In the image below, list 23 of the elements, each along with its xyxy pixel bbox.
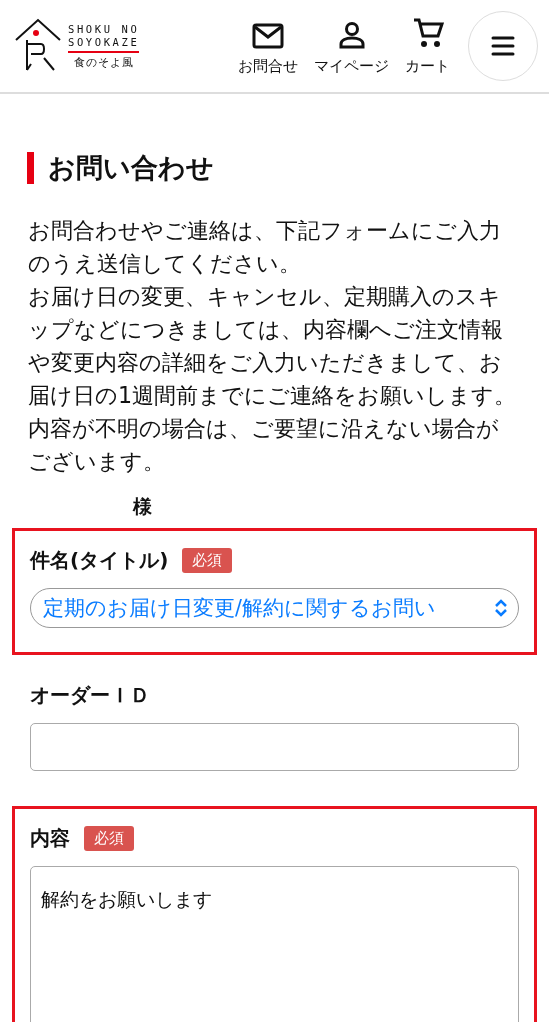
- nav-link[interactable]: カート: [405, 16, 450, 76]
- field-label: 内容: [30, 825, 70, 852]
- nav-link[interactable]: マイページ: [314, 16, 389, 76]
- honorific-text: 様: [133, 494, 153, 519]
- user-icon: [337, 21, 366, 49]
- cart-icon: [411, 17, 444, 49]
- menu-icon: [491, 36, 515, 56]
- required-badge: 必須: [84, 826, 134, 851]
- logo-text: 食のそよ風: [72, 56, 135, 69]
- nav-link[interactable]: お問合せ: [238, 16, 298, 76]
- chevron-updown-icon: [494, 598, 508, 618]
- intro-text: 内容が不明の場合は、ご要望に沿えない場合がございます。: [28, 414, 500, 476]
- logo-text: SHOKU NO: [68, 23, 140, 36]
- field-label: 件名(タイトル): [30, 547, 169, 574]
- required-badge: 必須: [182, 548, 233, 573]
- intro-text: お届け日の変更、キャンセル、定期購入のスキップなどにつきましては、内容欄へご注文情報や変更内容の詳細をご入力いただきまして、お届け日の1週間前までにご連絡をお願いします。: [28, 282, 518, 410]
- intro-text: お問合わせやご連絡は、下記フォームにご入力のうえ送信してください。: [28, 216, 502, 278]
- order-id-field[interactable]: [30, 723, 519, 771]
- logo-text: SOYOKAZE: [68, 36, 140, 49]
- page-heading: お問い合わせ: [27, 152, 521, 184]
- field-label: オーダーＩＤ: [30, 682, 150, 709]
- message-field[interactable]: 解約をお願いします: [30, 866, 519, 1022]
- mail-icon: [252, 23, 284, 49]
